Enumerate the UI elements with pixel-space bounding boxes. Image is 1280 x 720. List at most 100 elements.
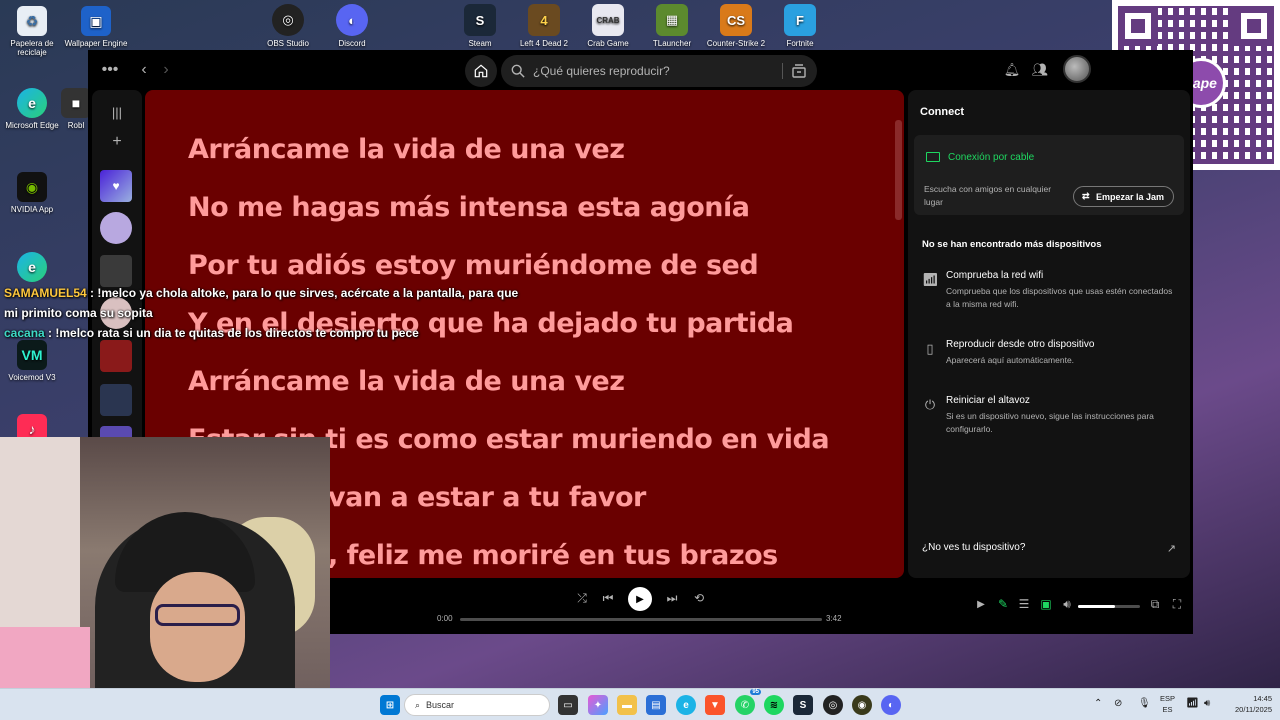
desktop-icon-recycle-bin[interactable]: ♻ Papelera de reciclaje: [0, 6, 64, 57]
top-bar: ••• ‹ › 🔔︎ 👥︎: [88, 50, 1193, 90]
webcam-feed: [0, 437, 330, 720]
wallpaper-engine-icon: ▣: [81, 6, 111, 36]
previous-icon[interactable]: ⏮: [600, 590, 616, 606]
next-icon[interactable]: ⏭: [664, 590, 680, 606]
obs-icon: ◎: [272, 4, 304, 36]
desktop-icon-nvidia[interactable]: ◉ NVIDIA App: [0, 172, 64, 214]
search-input[interactable]: [533, 64, 763, 78]
search-bar[interactable]: [501, 55, 817, 87]
game-icon[interactable]: ◉: [852, 695, 872, 715]
tray-network-icon[interactable]: ⊘: [1114, 698, 1122, 709]
start-jam-button[interactable]: Empezar la Jam: [1072, 186, 1174, 207]
home-button[interactable]: [465, 55, 497, 87]
desktop-icon-discord[interactable]: ◐ Discord: [314, 4, 390, 48]
power-icon: ⏻: [924, 397, 936, 412]
miniplayer-icon[interactable]: ⧉: [1148, 597, 1162, 611]
lyrics-scrollbar[interactable]: [895, 120, 902, 220]
edge-icon: e: [17, 88, 47, 118]
monitor-icon: [926, 152, 940, 162]
connect-device-icon[interactable]: ▣: [1039, 597, 1053, 611]
playlist-item[interactable]: [100, 212, 132, 244]
windows-start-icon[interactable]: ⊞: [380, 695, 400, 715]
desktop-icon-edge[interactable]: e Microsoft Edge: [0, 88, 64, 130]
steam-icon[interactable]: S: [793, 695, 813, 715]
browse-icon[interactable]: [791, 63, 807, 79]
time-total: 3:42: [826, 614, 842, 623]
devices-icon: ▯: [926, 341, 934, 356]
search-icon: ⌕: [415, 699, 421, 710]
recycle-bin-icon: ♻: [17, 6, 47, 36]
discord-icon: ◐: [336, 4, 368, 36]
queue-icon[interactable]: ☰: [1017, 597, 1031, 611]
lyric-line[interactable]: Arráncame la vida de una vez: [188, 366, 625, 397]
tray-mic-icon[interactable]: 🎙︎: [1138, 698, 1151, 709]
cs2-icon: CS: [720, 4, 752, 36]
volume-icon[interactable]: 🔊︎: [1060, 597, 1074, 611]
library-icon[interactable]: |||: [107, 104, 127, 120]
store-icon[interactable]: ▤: [646, 695, 666, 715]
add-icon[interactable]: +: [107, 132, 127, 152]
user-avatar[interactable]: [1063, 55, 1091, 83]
taskbar-search[interactable]: ⌕ Buscar: [404, 694, 550, 716]
task-view-icon[interactable]: ▭: [558, 695, 578, 715]
crab-game-icon: CRAB: [592, 4, 624, 36]
back-arrow-icon[interactable]: ‹: [134, 60, 154, 80]
friends-activity-icon[interactable]: 👥︎: [1031, 61, 1049, 79]
whatsapp-badge: 95: [750, 689, 761, 695]
nvidia-icon: ◉: [17, 172, 47, 202]
discord-icon[interactable]: ◐: [881, 695, 901, 715]
windows-taskbar: ⊞ ⌕ Buscar ▭ ✦ ▬ ▤ e ▼ ✆ 95 ≋ S ◎ ◉ ◐ ⌃ …: [0, 688, 1280, 720]
forward-arrow-icon[interactable]: ›: [156, 60, 176, 80]
whatsapp-icon[interactable]: ✆ 95: [735, 689, 761, 715]
search-icon: [511, 64, 525, 78]
tlauncher-icon: ▦: [656, 4, 688, 36]
repeat-icon[interactable]: ⟲: [691, 590, 707, 606]
clock[interactable]: 14:45 20/11/2025: [1226, 693, 1272, 715]
lyric-line[interactable]: van a estar a tu favor: [328, 482, 646, 513]
shuffle-icon[interactable]: ⤮: [574, 590, 590, 606]
lyric-line[interactable]: Por tu adiós estoy muriéndome de sed: [188, 250, 759, 281]
cable-connection-label: Conexión por cable: [948, 152, 1035, 163]
lyric-line[interactable]: No me hagas más intensa esta agonía: [188, 192, 750, 223]
voicemod-icon: VM: [17, 340, 47, 370]
chat-message: cacana : !melco rata si un dia te quitas…: [4, 323, 524, 343]
chat-user: SAMAMUEL54: [4, 286, 87, 300]
brave-icon[interactable]: ▼: [705, 695, 725, 715]
liked-songs-item[interactable]: ♥: [100, 170, 132, 202]
desktop-icon-edge-2[interactable]: e: [0, 252, 64, 285]
file-explorer-icon[interactable]: ▬: [617, 695, 637, 715]
connect-title: Connect: [920, 106, 964, 118]
desktop-icon-wallpaper-engine[interactable]: ▣ Wallpaper Engine: [64, 6, 128, 48]
edge-icon[interactable]: e: [676, 695, 696, 715]
tray-volume-icon[interactable]: 🔊︎: [1204, 698, 1210, 709]
language-indicator[interactable]: ESP ES: [1160, 693, 1175, 715]
lyrics-icon[interactable]: ✎: [996, 597, 1010, 611]
lyric-line[interactable]: Arráncame la vida de una vez: [188, 134, 625, 165]
desktop-icon-fortnite[interactable]: F Fortnite: [762, 4, 838, 48]
no-devices-heading: No se han encontrado más dispositivos: [922, 239, 1102, 250]
jam-description: Escucha con amigos en cualquier lugar: [924, 184, 1052, 207]
see-device-link[interactable]: ¿No ves tu dispositivo?: [922, 542, 1025, 553]
connect-panel: Connect Conexión por cable Escucha con a…: [908, 90, 1190, 578]
obs-icon[interactable]: ◎: [823, 695, 843, 715]
play-button[interactable]: ▶: [628, 587, 652, 611]
tray-wifi-icon[interactable]: 📶︎: [1186, 698, 1199, 709]
l4d2-icon: 4: [528, 4, 560, 36]
desktop-icon-voicemod[interactable]: VM Voicemod V3: [0, 340, 64, 382]
fullscreen-icon[interactable]: ⛶: [1170, 597, 1184, 611]
volume-slider[interactable]: [1078, 605, 1140, 608]
fortnite-icon: F: [784, 4, 816, 36]
bell-icon[interactable]: 🔔︎: [1003, 61, 1021, 79]
spotify-icon[interactable]: ≋: [764, 695, 784, 715]
copilot-icon[interactable]: ✦: [588, 695, 608, 715]
more-options-icon[interactable]: •••: [100, 60, 120, 80]
progress-bar[interactable]: [460, 618, 822, 621]
tray-chevron-icon[interactable]: ⌃: [1094, 698, 1102, 709]
playlist-item[interactable]: [100, 340, 132, 372]
current-device-card: Conexión por cable Escucha con amigos en…: [914, 135, 1184, 215]
lyric-line[interactable]: , feliz me moriré en tus brazos: [328, 540, 778, 571]
stream-chat-overlay: SAMAMUEL54 : !melco ya chola altoke, par…: [4, 283, 524, 343]
external-link-icon[interactable]: ↗: [1167, 542, 1176, 555]
playlist-item[interactable]: [100, 384, 132, 416]
now-playing-view-icon[interactable]: ▶: [974, 597, 988, 611]
